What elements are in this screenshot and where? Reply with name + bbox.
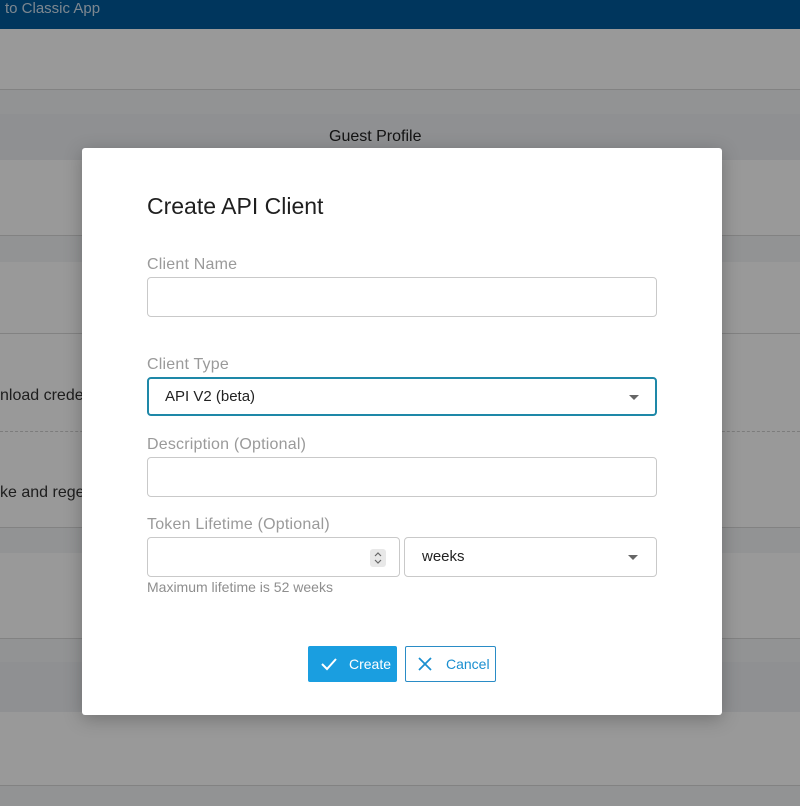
client-name-label: Client Name: [147, 256, 238, 273]
client-type-value: API V2 (beta): [165, 388, 256, 405]
token-lifetime-label: Token Lifetime (Optional): [147, 516, 330, 533]
create-button-label: Create: [349, 656, 392, 672]
caret-down-icon: [629, 395, 639, 400]
client-type-select[interactable]: API V2 (beta): [147, 377, 657, 416]
description-input[interactable]: [147, 457, 657, 497]
check-icon: [320, 656, 338, 675]
token-lifetime-unit-value: weeks: [422, 548, 465, 565]
cancel-button-label: Cancel: [446, 656, 490, 672]
caret-down-icon: [628, 555, 638, 560]
create-api-client-dialog: Create API Client Client Name Client Typ…: [82, 148, 722, 715]
close-icon: [417, 656, 433, 675]
cancel-button[interactable]: Cancel: [405, 646, 496, 682]
token-lifetime-hint: Maximum lifetime is 52 weeks: [147, 579, 333, 595]
token-lifetime-input[interactable]: [147, 537, 400, 577]
create-button[interactable]: Create: [308, 646, 397, 682]
stepper-icon[interactable]: [370, 549, 386, 567]
client-name-input[interactable]: [147, 277, 657, 317]
token-lifetime-unit-select[interactable]: weeks: [404, 537, 657, 577]
client-type-label: Client Type: [147, 356, 229, 373]
dialog-title: Create API Client: [147, 193, 324, 219]
description-label: Description (Optional): [147, 436, 307, 453]
